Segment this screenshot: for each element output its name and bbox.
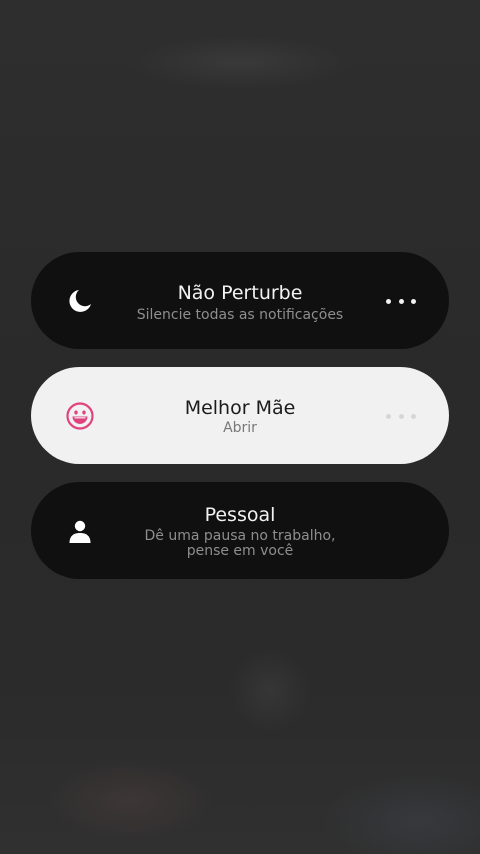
moon-icon (65, 286, 95, 316)
focus-mode-title: Pessoal (204, 504, 276, 526)
focus-mode-do-not-disturb[interactable]: Não Perturbe Silencie todas as notificaç… (31, 252, 449, 349)
dot-icon (411, 298, 416, 304)
focus-mode-subtitle: Silencie todas as notificações (136, 307, 344, 323)
dot-icon (398, 413, 404, 419)
dot-icon (411, 413, 416, 419)
focus-mode-personal[interactable]: Pessoal Dê uma pausa no trabalho, pense … (31, 482, 449, 579)
smiley-face-icon (65, 401, 95, 431)
more-options-button[interactable] (386, 295, 416, 307)
focus-mode-subtitle-line1: Dê uma pausa no trabalho, (144, 528, 336, 544)
focus-mode-subtitle-line2: pense em você (186, 543, 294, 559)
dot-icon (398, 298, 404, 304)
focus-mode-text: Melhor Mãe Abrir (121, 397, 359, 436)
focus-mode-text: Pessoal Dê uma pausa no trabalho, pense … (121, 504, 359, 559)
focus-mode-subtitle: Abrir (223, 420, 257, 436)
more-options-button[interactable] (386, 410, 416, 422)
focus-mode-title: Melhor Mãe (184, 397, 296, 419)
dot-icon (386, 413, 391, 419)
person-icon (65, 516, 95, 546)
focus-mode-melhor-mae[interactable]: Melhor Mãe Abrir (31, 367, 449, 464)
focus-mode-title: Não Perturbe (177, 282, 303, 304)
focus-mode-text: Não Perturbe Silencie todas as notificaç… (121, 282, 359, 323)
dot-icon (386, 298, 391, 304)
